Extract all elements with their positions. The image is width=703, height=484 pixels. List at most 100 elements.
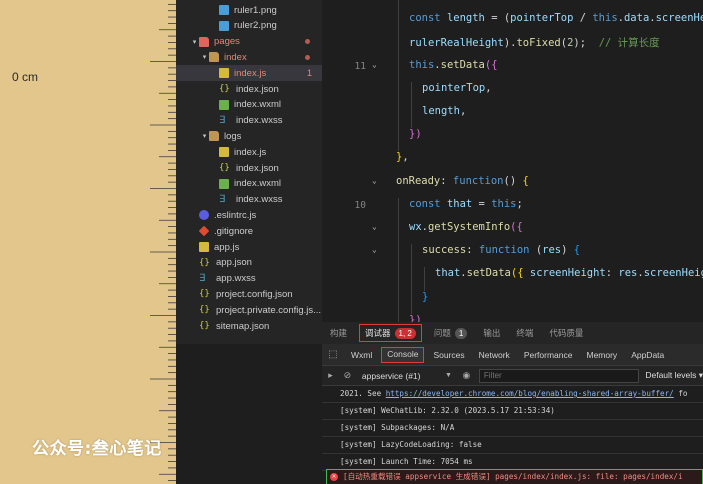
code-token: setData [466, 267, 511, 280]
chevron-down-icon[interactable]: ▾ [200, 132, 209, 140]
code-token: : [605, 267, 619, 280]
devtools-tab[interactable]: Memory [579, 344, 624, 366]
fold-chevron-icon[interactable]: ⌄ [372, 60, 377, 69]
devtools-tab[interactable]: Performance [517, 344, 580, 366]
git-icon [198, 225, 210, 237]
chevron-down-icon: ▼ [445, 371, 452, 379]
code-line[interactable]: }, [396, 151, 409, 163]
code-token: screenHeight [529, 267, 606, 280]
explorer-item[interactable]: {} app.json [176, 255, 322, 271]
fold-chevron-icon[interactable]: ⌄ [372, 245, 377, 254]
code-token: const [409, 12, 447, 25]
code-token: // 计算长度 [598, 37, 660, 50]
code-token: } [422, 290, 429, 303]
panel-tab[interactable]: 代码质量 [541, 322, 591, 344]
log-levels-select[interactable]: Default levels ▾ [645, 370, 703, 381]
console-link[interactable]: https://developer.chrome.com/blog/enabli… [386, 389, 674, 398]
eye-icon[interactable]: ◉ [458, 370, 475, 381]
code-line[interactable]: } [422, 291, 428, 303]
explorer-item[interactable]: ▾ pages [176, 34, 322, 50]
explorer-item[interactable]: .eslintrc.js [176, 207, 322, 223]
context-select[interactable]: appservice (#1) ▼ [356, 371, 458, 381]
indent-guide [411, 290, 412, 314]
explorer-item[interactable]: ∃ index.wxss [176, 192, 322, 208]
code-token: length [446, 12, 485, 25]
line-number: 11 [354, 60, 366, 72]
explorer-item[interactable]: index.js 1 [176, 65, 322, 82]
code-line[interactable]: onReady: function() { [396, 175, 529, 187]
code-line[interactable]: success: function (res) { [422, 244, 580, 256]
code-line[interactable]: that.setData({ screenHeight: res.screenH… [435, 267, 703, 279]
code-line[interactable]: rulerRealHeight).toFixed(2); // 计算长度 [409, 35, 660, 50]
code-line[interactable]: const pointerTop = touches[0].clientY; [409, 0, 649, 1]
sidebar-toggle-icon[interactable]: ▸ [322, 370, 339, 381]
panel-tab[interactable]: 调试器 1, 2 [359, 324, 422, 342]
explorer-item[interactable]: ruler1.png [176, 2, 322, 18]
explorer-item[interactable]: index.wxml [176, 97, 322, 113]
code-line[interactable]: }) [409, 314, 422, 322]
explorer-item[interactable]: app.js [176, 239, 322, 255]
devtools-tab[interactable]: Sources [426, 344, 471, 366]
explorer-item[interactable]: {} sitemap.json [176, 318, 322, 334]
wxml-file-icon [219, 99, 229, 110]
code-editor[interactable]: 11⌄⌄10⌄⌄ const pointerTop = touches[0].c… [322, 0, 703, 322]
panel-tab-badge: 1 [454, 327, 468, 339]
explorer-item[interactable]: ruler2.png [176, 18, 322, 34]
console-error: × [自动热重载错误 appservice 生成错误] pages/index/i… [326, 469, 703, 484]
devtools-tab[interactable]: AppData [624, 344, 671, 366]
panel-tabs: 构建 调试器 1, 2 问题 1 输出 终端 代码质量 [322, 322, 703, 344]
explorer-item[interactable]: {} index.json [176, 81, 322, 97]
code-line[interactable]: const length = (pointerTop / this.data.s… [409, 12, 703, 24]
code-token: wx [409, 221, 422, 233]
explorer-item[interactable]: ∃ app.wxss [176, 271, 322, 287]
explorer-item-label: app.wxss [216, 273, 256, 285]
json-file-icon: {} [199, 305, 210, 316]
explorer-item[interactable]: index.js [176, 144, 322, 160]
devtools-tab[interactable]: Console [381, 346, 425, 363]
code-line[interactable]: }) [409, 128, 422, 140]
ruler-unit-label: 0 cm [12, 70, 39, 84]
indent-guide [424, 267, 425, 291]
explorer-item[interactable]: {} project.private.config.js... [176, 302, 322, 318]
panel-tab[interactable]: 构建 [322, 322, 355, 344]
panel-tab[interactable]: 终端 [508, 322, 541, 344]
explorer-item-label: index.wxss [236, 115, 283, 127]
explorer-item[interactable]: ▾ logs [176, 128, 322, 144]
explorer-item[interactable]: ▾ index [176, 49, 322, 65]
clear-console-icon[interactable]: ⊘ [339, 370, 356, 381]
code-line[interactable]: wx.getSystemInfo({ [409, 221, 523, 233]
code-line[interactable]: this.setData({ [409, 59, 498, 71]
inspect-element-icon[interactable]: ⬚ [322, 344, 344, 366]
devtools-tab[interactable]: Wxml [344, 344, 379, 366]
explorer-item[interactable]: ∃ index.wxss [176, 113, 322, 129]
explorer-item-label: index.wxml [234, 99, 281, 111]
fold-chevron-icon[interactable]: ⌄ [372, 222, 377, 231]
code-line[interactable]: pointerTop, [422, 82, 492, 94]
explorer-item-label: project.private.config.js... [216, 304, 322, 316]
chevron-down-icon[interactable]: ▾ [200, 53, 209, 61]
explorer-item[interactable]: {} index.json [176, 160, 322, 176]
fold-chevron-icon[interactable]: ⌄ [372, 176, 377, 185]
code-token: length [422, 105, 460, 117]
indent-guide [398, 197, 399, 221]
code-line[interactable]: const that = this; [409, 198, 523, 210]
panel-tab[interactable]: 输出 [475, 322, 508, 344]
ruler: 0 cm 公众号:叁心笔记 [0, 0, 176, 484]
indent-guide [398, 221, 399, 245]
devtools-tab[interactable]: Network [472, 344, 517, 366]
code-token: screenHeig [643, 267, 703, 280]
panel-tab[interactable]: 问题 1 [426, 322, 475, 344]
filter-input[interactable] [478, 368, 640, 383]
code-token: touches [529, 0, 573, 1]
code-token: ). [503, 37, 517, 50]
explorer-item[interactable]: {} project.config.json [176, 286, 322, 302]
explorer-item[interactable]: index.wxml [176, 176, 322, 192]
chevron-down-icon[interactable]: ▾ [190, 38, 199, 46]
console-line: [system] WeChatLib: 2.32.0 (2023.5.17 21… [322, 403, 703, 420]
code-token: onReady [396, 174, 441, 187]
code-token: rulerRealHeight [409, 37, 504, 50]
explorer-item[interactable]: .gitignore [176, 223, 322, 239]
problem-count-badge: 1 [306, 68, 312, 79]
explorer-item-label: sitemap.json [216, 320, 270, 332]
code-line[interactable]: length, [422, 105, 466, 117]
